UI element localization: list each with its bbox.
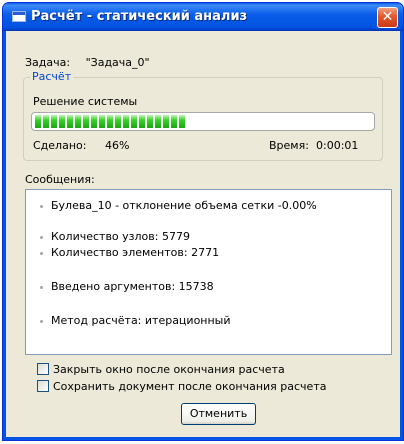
message-item: Количество элементов: 2771 [40, 246, 219, 259]
progress-block [35, 115, 41, 128]
solve-system-label: Решение системы [33, 95, 138, 108]
progress-block [75, 115, 81, 128]
save-after-label: Сохранить документ после окончания расче… [53, 380, 327, 393]
progress-block [179, 115, 185, 128]
progress-block [83, 115, 89, 128]
save-after-checkbox[interactable] [37, 380, 49, 392]
progress-block [163, 115, 169, 128]
cancel-button[interactable]: Отменить [181, 403, 256, 425]
message-item: Метод расчёта: итерационный [40, 314, 231, 327]
progress-block [123, 115, 129, 128]
message-item: Булева_10 - отклонение объема сетки -0.0… [40, 199, 317, 212]
task-value: "Задача_0" [85, 56, 150, 69]
title-bar[interactable]: Расчёт - статический анализ ✕ [3, 3, 403, 31]
messages-list[interactable]: Булева_10 - отклонение объема сетки -0.0… [25, 189, 392, 355]
close-button[interactable]: ✕ [377, 7, 398, 28]
progress-block [91, 115, 97, 128]
progress-block [131, 115, 137, 128]
time-value: 0:00:01 [316, 139, 359, 152]
bullet-icon [40, 319, 43, 323]
task-row: Задача: "Задача_0" [25, 56, 150, 69]
message-item: Количество узлов: 5779 [40, 230, 190, 243]
progress-block [67, 115, 73, 128]
done-label: Сделано: [33, 139, 87, 152]
save-after-checkbox-row[interactable]: Сохранить документ после окончания расче… [37, 380, 326, 393]
progress-block [43, 115, 49, 128]
bullet-icon [40, 285, 43, 289]
bullet-icon [40, 204, 43, 208]
messages-label: Сообщения: [25, 173, 95, 186]
progress-block [59, 115, 65, 128]
window-icon [12, 11, 26, 22]
progress-block [139, 115, 145, 128]
progress-block [107, 115, 113, 128]
message-item: Введено аргументов: 15738 [40, 280, 214, 293]
close-after-checkbox[interactable] [37, 363, 49, 375]
progress-fill [35, 115, 371, 128]
bullet-icon [40, 235, 43, 239]
task-label: Задача: [25, 56, 71, 69]
progress-block [155, 115, 161, 128]
progress-bar [31, 112, 375, 131]
progress-block [147, 115, 153, 128]
progress-block [99, 115, 105, 128]
bullet-icon [40, 251, 43, 255]
dialog-window: Расчёт - статический анализ ✕ Задача: "З… [2, 2, 404, 441]
dialog-body: Задача: "Задача_0" Расчёт Решение систем… [7, 31, 399, 436]
close-after-label: Закрыть окно после окончания расчета [53, 363, 285, 376]
progress-block [171, 115, 177, 128]
time-label: Время: [269, 139, 309, 152]
window-title: Расчёт - статический анализ [31, 9, 248, 24]
group-legend: Расчёт [30, 70, 74, 83]
progress-block [51, 115, 57, 128]
done-value: 46% [105, 139, 130, 152]
progress-block [115, 115, 121, 128]
close-after-checkbox-row[interactable]: Закрыть окно после окончания расчета [37, 363, 285, 376]
